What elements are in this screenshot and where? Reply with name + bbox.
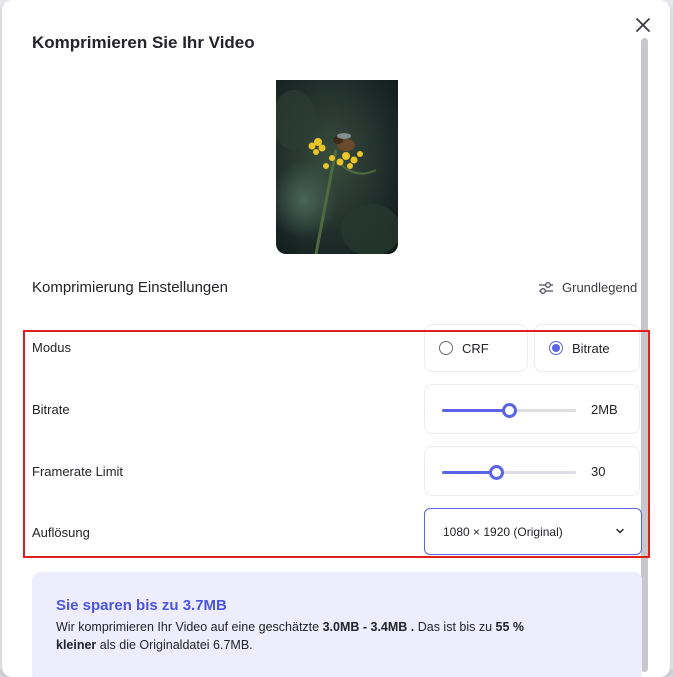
savings-percent: 55 % xyxy=(495,620,525,634)
savings-text-3: als die Originaldatei 6.7MB. xyxy=(96,638,253,652)
settings-title: Komprimierung Einstellungen xyxy=(32,279,228,296)
bitrate-slider[interactable] xyxy=(442,403,576,418)
dialog-title: Komprimieren Sie Ihr Video xyxy=(32,33,255,52)
framerate-slider-handle[interactable] xyxy=(488,465,504,480)
mode-option-bitrate-label: Bitrate xyxy=(572,340,610,356)
resolution-value: 1080 × 1920 (Original) xyxy=(443,524,563,539)
savings-text-2: Das ist bis zu xyxy=(414,620,496,634)
savings-panel: Sie sparen bis zu 3.7MB Wir komprimieren… xyxy=(32,572,642,677)
framerate-slider[interactable] xyxy=(442,465,576,480)
mode-option-bitrate[interactable]: Bitrate xyxy=(534,324,640,372)
savings-smaller: kleiner xyxy=(56,638,97,652)
savings-text-1: Wir komprimieren Ihr Video auf eine gesc… xyxy=(56,620,323,634)
close-icon xyxy=(636,18,650,32)
framerate-label: Framerate Limit xyxy=(32,464,124,479)
basic-mode-toggle[interactable]: Grundlegend xyxy=(538,280,637,295)
bitrate-value: 2MB xyxy=(591,402,618,417)
mode-option-crf-label: CRF xyxy=(462,340,489,356)
framerate-value: 30 xyxy=(591,464,606,479)
video-thumbnail xyxy=(276,80,398,254)
radio-crf[interactable] xyxy=(439,341,453,355)
savings-title: Sie sparen bis zu 3.7MB xyxy=(56,597,227,614)
savings-size-range: 3.0MB - 3.4MB . xyxy=(322,620,415,634)
bitrate-slider-handle[interactable] xyxy=(502,403,517,418)
bitrate-slider-box: 2MB xyxy=(424,384,640,434)
mode-option-crf[interactable]: CRF xyxy=(424,324,528,372)
framerate-slider-box: 30 xyxy=(424,446,640,496)
compress-dialog: Komprimieren Sie Ihr Video Komprimierung… xyxy=(2,0,670,677)
sliders-icon xyxy=(539,281,553,294)
resolution-label: Auflösung xyxy=(32,525,90,540)
savings-description: Wir komprimieren Ihr Video auf eine gesc… xyxy=(56,618,596,654)
close-button[interactable] xyxy=(632,14,654,36)
radio-bitrate[interactable] xyxy=(549,341,563,355)
framerate-slider-fill xyxy=(442,471,496,474)
basic-mode-label: Grundlegend xyxy=(562,280,638,295)
bitrate-slider-fill xyxy=(442,409,509,412)
mode-label: Modus xyxy=(32,340,72,355)
chevron-down-icon xyxy=(616,528,624,534)
bitrate-label: Bitrate xyxy=(32,402,70,417)
scrollbar[interactable] xyxy=(641,38,648,672)
resolution-select[interactable]: 1080 × 1920 (Original) xyxy=(424,508,642,555)
